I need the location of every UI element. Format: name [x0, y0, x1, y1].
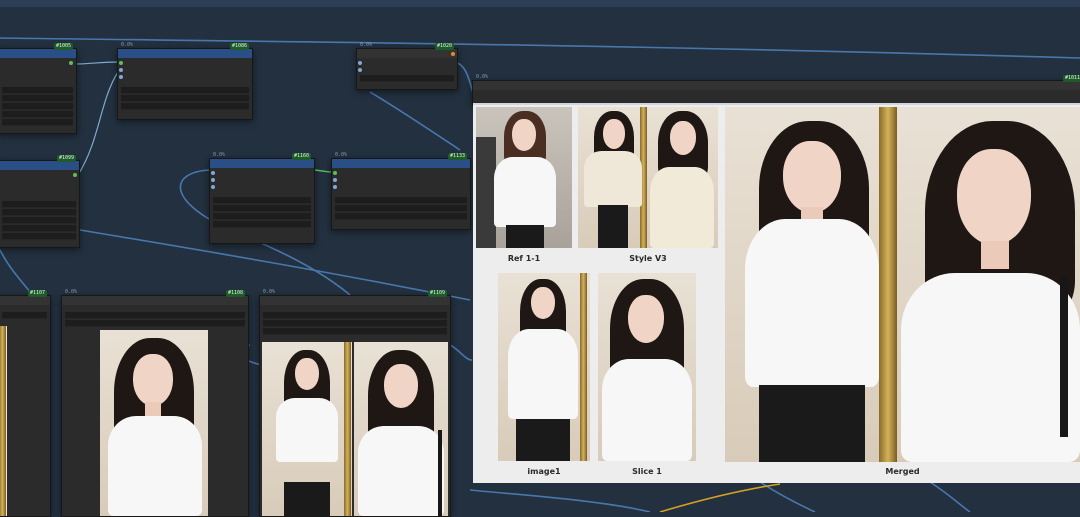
- node-header[interactable]: [357, 49, 457, 58]
- input-port[interactable]: [119, 75, 123, 79]
- workflow-node-8[interactable]: 0.0% #1108: [61, 289, 249, 517]
- node-progress-text: 0.0%: [263, 289, 276, 295]
- caption-style-v3: Style V3: [629, 254, 667, 263]
- input-port[interactable]: [119, 68, 123, 72]
- node-progress-text: 0.0%: [213, 152, 226, 158]
- image-preview: [0, 326, 7, 516]
- caption-slice1: Slice 1: [632, 467, 662, 476]
- node-progress-text: 0.0%: [65, 289, 78, 295]
- output-port[interactable]: [69, 61, 73, 65]
- node-header[interactable]: [210, 159, 314, 168]
- node-header[interactable]: [118, 49, 252, 58]
- input-port[interactable]: [333, 178, 337, 182]
- workflow-node-7[interactable]: #1107: [0, 290, 51, 517]
- node-header[interactable]: [0, 161, 79, 170]
- node-header[interactable]: [473, 81, 1080, 90]
- node-id-badge: #1086: [229, 43, 249, 50]
- node-id-badge: #1107: [27, 290, 47, 297]
- node-image-preview: [354, 342, 448, 516]
- caption-merged: Merged: [885, 467, 920, 476]
- workflow-node-5[interactable]: 0.0% #1160: [209, 152, 315, 244]
- output-image-preview[interactable]: Ref 1-1 Style V3 image1 Slice 1 Merged: [473, 103, 1080, 483]
- node-image-preview: [262, 342, 352, 516]
- output-port[interactable]: [451, 52, 455, 56]
- preview-tile-ref-image: [476, 107, 572, 248]
- workflow-node-1[interactable]: #1005: [0, 43, 77, 134]
- node-id-badge: #1099: [56, 155, 76, 162]
- node-image-preview: [100, 330, 208, 516]
- node-id-badge: #1109: [427, 290, 447, 297]
- node-id-badge: #1133: [447, 153, 467, 160]
- input-port[interactable]: [358, 61, 362, 65]
- node-progress-text: 0.0%: [360, 42, 373, 48]
- preview-tile-image1: [498, 273, 590, 461]
- node-header[interactable]: [62, 296, 248, 305]
- node-id-badge: #1020: [434, 43, 454, 50]
- workflow-node-9[interactable]: 0.0% #1109: [259, 289, 451, 517]
- node-progress-text: 0.0%: [476, 74, 489, 80]
- node-id-badge: #1011: [1062, 75, 1080, 82]
- node-header[interactable]: [332, 159, 470, 168]
- workflow-node-3[interactable]: 0.0% #1020: [356, 42, 458, 90]
- input-port[interactable]: [358, 68, 362, 72]
- workflow-node-2[interactable]: 0.0% #1086: [117, 42, 253, 120]
- input-port[interactable]: [211, 171, 215, 175]
- node-id-badge: #1108: [225, 290, 245, 297]
- input-port[interactable]: [333, 185, 337, 189]
- preview-tile-slice1: [598, 273, 696, 461]
- output-port[interactable]: [73, 173, 77, 177]
- node-id-badge: #1005: [53, 43, 73, 50]
- node-progress-text: 0.0%: [335, 152, 348, 158]
- input-port[interactable]: [211, 185, 215, 189]
- node-progress-text: 0.0%: [121, 42, 134, 48]
- workflow-node-4[interactable]: #1099: [0, 155, 80, 248]
- input-port[interactable]: [211, 178, 215, 182]
- workflow-node-6[interactable]: 0.0% #1133: [331, 152, 471, 230]
- preview-tile-style-v3: [578, 107, 718, 248]
- caption-image1: image1: [527, 467, 561, 476]
- input-port[interactable]: [119, 61, 123, 65]
- node-header[interactable]: [260, 296, 450, 305]
- input-port[interactable]: [333, 171, 337, 175]
- node-header[interactable]: [0, 49, 76, 58]
- caption-ref-image: Ref 1-1: [507, 254, 541, 263]
- node-id-badge: #1160: [291, 153, 311, 160]
- node-header[interactable]: [0, 296, 50, 305]
- preview-tile-merged: [725, 107, 1080, 462]
